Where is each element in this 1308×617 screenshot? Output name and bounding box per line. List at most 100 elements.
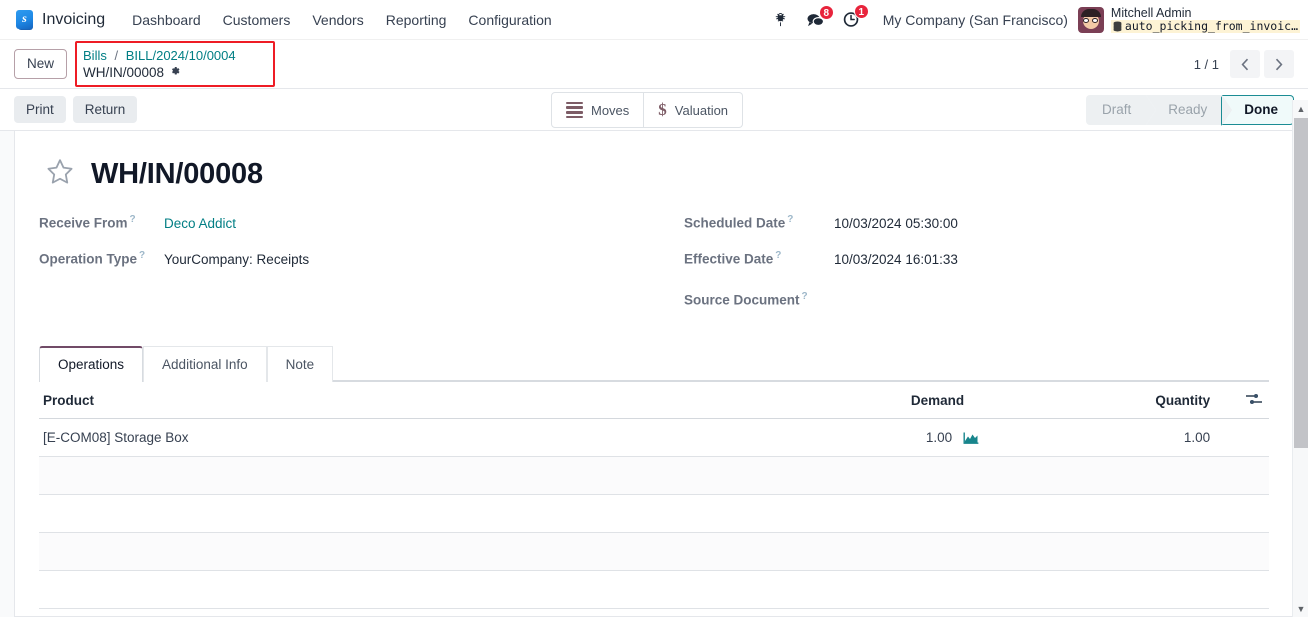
app-name: Invoicing <box>42 10 106 28</box>
table-row-empty[interactable] <box>39 456 1269 495</box>
scroll-down-icon[interactable]: ▼ <box>1293 600 1308 617</box>
odoo-app-window: Invoicing Dashboard Customers Vendors Re… <box>0 0 1308 617</box>
page-title: WH/IN/00008 <box>91 158 263 190</box>
help-marker[interactable]: ? <box>787 214 793 225</box>
database-icon <box>1113 21 1122 32</box>
pager-value: 1 / 1 <box>1193 56 1219 72</box>
status-done[interactable]: Done <box>1221 94 1294 126</box>
activities-clock-icon[interactable]: 1 <box>843 4 869 28</box>
breadcrumb-parent[interactable]: Bills <box>83 48 107 63</box>
cell-demand-value: 1.00 <box>925 430 953 445</box>
table-row-empty[interactable] <box>39 494 1269 533</box>
bars-icon <box>566 101 583 119</box>
menu-vendors[interactable]: Vendors <box>301 4 374 36</box>
field-source-document-value[interactable] <box>834 286 1054 304</box>
valuation-button[interactable]: $ Valuation <box>644 92 744 128</box>
moves-label: Moves <box>591 102 630 118</box>
forecast-chart-icon[interactable] <box>963 431 980 445</box>
optional-columns-toggle[interactable] <box>1232 382 1269 419</box>
company-switcher[interactable]: My Company (San Francisco) <box>883 12 1068 28</box>
chevron-left-icon <box>1241 58 1249 70</box>
moves-button[interactable]: Moves <box>551 92 645 128</box>
field-source-document: Source Document? <box>684 286 1269 308</box>
tab-note[interactable]: Note <box>266 346 334 382</box>
form-column-right: Scheduled Date? 10/03/2024 05:30:00 Effe… <box>654 214 1269 323</box>
activities-badge: 1 <box>853 4 869 19</box>
cell-product[interactable]: [E-COM08] Storage Box <box>39 418 716 457</box>
help-marker[interactable]: ? <box>775 250 781 261</box>
cell-demand[interactable]: 1.00 <box>715 418 987 457</box>
dollar-icon: $ <box>658 100 667 119</box>
table-row-empty[interactable] <box>39 570 1269 609</box>
menu-customers[interactable]: Customers <box>212 4 302 36</box>
return-button[interactable]: Return <box>72 96 138 123</box>
notebook: Operations Additional Info Note Product … <box>39 345 1269 609</box>
tab-additional-info[interactable]: Additional Info <box>143 346 267 382</box>
column-demand[interactable]: Demand <box>715 382 987 419</box>
bug-icon[interactable] <box>773 12 788 27</box>
status-draft-label: Draft <box>1101 102 1132 117</box>
breadcrumb-separator: / <box>114 47 119 63</box>
cell-quantity[interactable]: 1.00 <box>986 418 1233 457</box>
field-operation-type-value[interactable]: YourCompany: Receipts <box>164 252 309 267</box>
help-marker[interactable]: ? <box>139 250 145 261</box>
scroll-up-icon[interactable]: ▲ <box>1293 100 1308 117</box>
table-header-row: Product Demand Quantity <box>39 382 1269 419</box>
menu-configuration[interactable]: Configuration <box>457 4 562 36</box>
record-title-row: WH/IN/00008 <box>39 157 1269 192</box>
pager-next-button[interactable] <box>1264 50 1294 78</box>
field-effective-date-label: Effective Date? <box>684 250 782 267</box>
messages-icon[interactable]: 8 <box>806 4 834 28</box>
form-sheet: WH/IN/00008 Receive From? Deco Addict Op… <box>14 131 1294 617</box>
status-draft[interactable]: Draft <box>1085 94 1157 125</box>
valuation-label: Valuation <box>674 102 729 118</box>
field-operation-type: Operation Type? YourCompany: Receipts <box>39 250 654 270</box>
messages-badge: 8 <box>818 4 834 20</box>
column-product[interactable]: Product <box>39 382 716 419</box>
operations-table: Product Demand Quantity [E-COM08] Storag… <box>39 382 1269 609</box>
field-effective-date: Effective Date? 10/03/2024 16:01:33 <box>684 250 1269 270</box>
notebook-tabs: Operations Additional Info Note <box>39 345 1269 382</box>
user-name: Mitchell Admin <box>1110 5 1192 20</box>
status-ready[interactable]: Ready <box>1146 94 1233 125</box>
field-receive-from-value[interactable]: Deco Addict <box>164 216 236 231</box>
scrollbar-thumb[interactable] <box>1294 118 1308 448</box>
breadcrumb: Bills / BILL/2024/10/0004 WH/IN/00008 <box>75 40 276 88</box>
field-scheduled-date: Scheduled Date? 10/03/2024 05:30:00 <box>684 214 1269 234</box>
pager-previous-button[interactable] <box>1230 50 1260 78</box>
vertical-scrollbar[interactable]: ▲ ▼ <box>1292 100 1308 617</box>
field-receive-from-label: Receive From? <box>39 214 136 231</box>
form-column-left: Receive From? Deco Addict Operation Type… <box>39 214 654 323</box>
table-row[interactable]: [E-COM08] Storage Box 1.00 1.00 <box>39 418 1269 457</box>
pager: 1 / 1 <box>1194 50 1294 78</box>
star-icon[interactable] <box>45 157 75 192</box>
new-button[interactable]: New <box>14 49 68 79</box>
stat-buttons: Moves $ Valuation <box>551 92 744 128</box>
status-done-label: Done <box>1244 102 1278 117</box>
table-row-empty[interactable] <box>39 532 1269 571</box>
column-quantity[interactable]: Quantity <box>986 382 1233 419</box>
breadcrumb-top: Bills / BILL/2024/10/0004 <box>83 47 267 65</box>
field-scheduled-date-value[interactable]: 10/03/2024 05:30:00 <box>834 216 958 231</box>
breadcrumb-record[interactable]: BILL/2024/10/0004 <box>126 48 236 63</box>
table-body: [E-COM08] Storage Box 1.00 1.00 <box>39 418 1269 609</box>
sliders-icon <box>1245 392 1263 406</box>
cell-options <box>1232 418 1269 457</box>
odoo-logo-icon[interactable] <box>14 9 36 31</box>
menu-reporting[interactable]: Reporting <box>375 4 458 36</box>
field-scheduled-date-label: Scheduled Date? <box>684 214 794 231</box>
control-panel: New Bills / BILL/2024/10/0004 WH/IN/0000… <box>0 40 1308 128</box>
menu-dashboard[interactable]: Dashboard <box>121 4 212 36</box>
help-marker[interactable]: ? <box>130 214 136 225</box>
status-bar: Draft Ready Done <box>1085 94 1294 126</box>
user-menu[interactable]: Mitchell Admin auto_picking_from_invoic… <box>1110 5 1300 34</box>
gear-icon[interactable] <box>169 65 181 81</box>
form-fields: Receive From? Deco Addict Operation Type… <box>39 214 1269 323</box>
tab-operations[interactable]: Operations <box>39 346 144 382</box>
help-marker[interactable]: ? <box>802 291 808 302</box>
print-button[interactable]: Print <box>14 96 66 123</box>
field-effective-date-value[interactable]: 10/03/2024 16:01:33 <box>834 252 958 267</box>
field-operation-type-label: Operation Type? <box>39 250 146 267</box>
avatar[interactable] <box>1077 6 1104 33</box>
form-sheet-wrapper: WH/IN/00008 Receive From? Deco Addict Op… <box>0 131 1308 617</box>
